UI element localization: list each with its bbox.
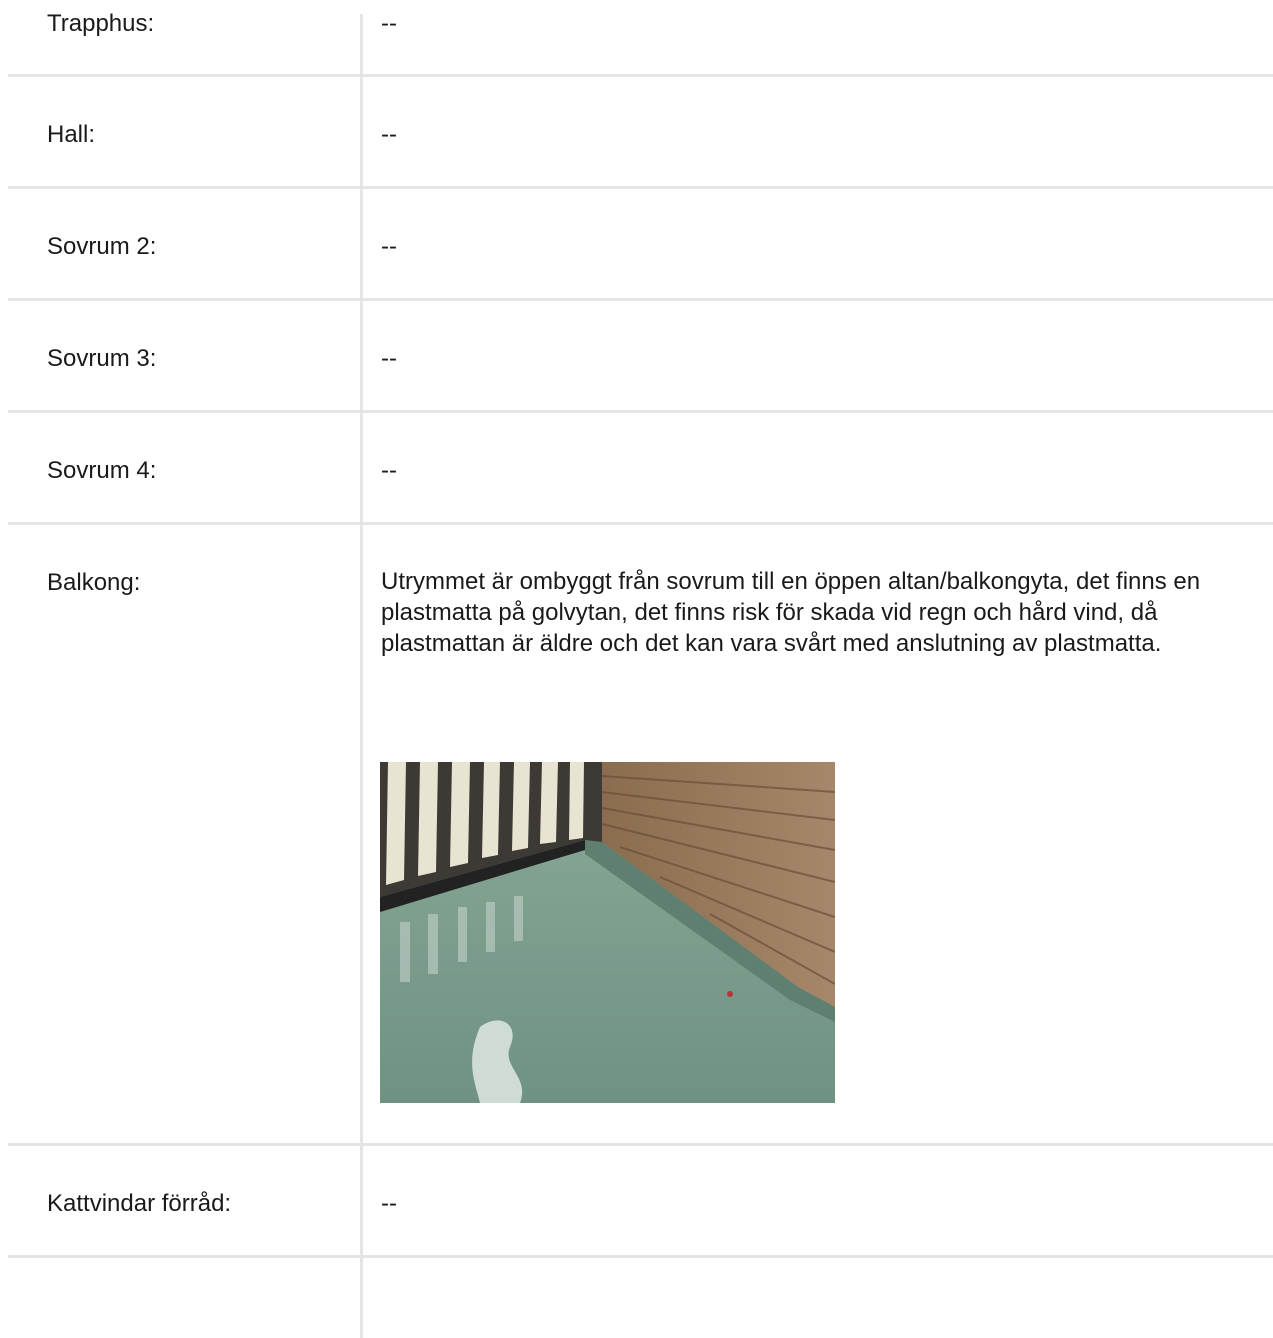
column-divider xyxy=(360,301,363,413)
row-label: Kattvindar förråd: xyxy=(47,1190,232,1217)
column-divider xyxy=(360,1258,363,1338)
column-divider xyxy=(360,525,363,1146)
table-row: Kattvindar förråd: -- xyxy=(8,1146,1273,1258)
row-label: Sovrum 4: xyxy=(47,457,157,484)
row-value: -- xyxy=(381,10,397,37)
balkong-description: Utrymmet är ombyggt från sovrum till en … xyxy=(381,568,1201,657)
column-divider xyxy=(360,14,363,77)
row-label: Trapphus: xyxy=(47,10,155,37)
row-value: -- xyxy=(381,457,397,484)
row-label: Balkong: xyxy=(47,569,141,596)
column-divider xyxy=(360,413,363,525)
row-value: -- xyxy=(381,1190,397,1217)
column-divider xyxy=(360,189,363,301)
row-value: -- xyxy=(381,233,397,260)
row-label: Sovrum 2: xyxy=(47,233,157,260)
table-row: Sovrum 4: -- xyxy=(8,413,1273,525)
column-divider xyxy=(360,1146,363,1258)
balcony-photo xyxy=(380,762,835,1103)
column-divider xyxy=(360,77,363,189)
table-row: Sovrum 3: -- xyxy=(8,301,1273,413)
table-row: Sovrum 2: -- xyxy=(8,189,1273,301)
row-label: Hall: xyxy=(47,121,96,148)
row-value: -- xyxy=(381,345,397,372)
table-row: Balkong: Utrymmet är ombyggt från sovrum… xyxy=(8,525,1273,1146)
row-label: Sovrum 3: xyxy=(47,345,157,372)
inspection-table: Trapphus: -- Hall: -- Sovrum 2: -- Sovru… xyxy=(8,0,1273,1338)
table-row xyxy=(8,1258,1273,1338)
table-row: Hall: -- xyxy=(8,77,1273,189)
row-value: -- xyxy=(381,121,397,148)
table-row: Trapphus: -- xyxy=(8,0,1273,77)
